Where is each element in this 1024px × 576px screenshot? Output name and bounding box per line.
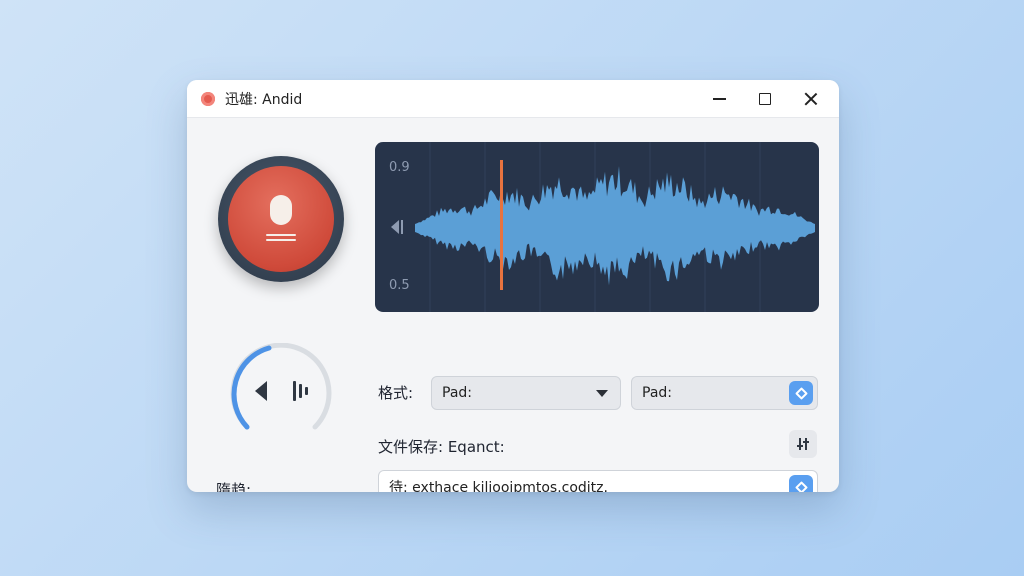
volume-level-icon (293, 381, 308, 401)
waveform-top-label: 0.9 (389, 160, 410, 175)
volume-dial[interactable] (229, 343, 333, 435)
format-option-value: Pad: (642, 385, 672, 401)
close-button[interactable] (793, 84, 829, 114)
microphone-base-icon (266, 231, 296, 244)
adjust-button[interactable] (789, 430, 817, 458)
microphone-icon (270, 194, 292, 225)
waveform-graph (391, 142, 815, 312)
waveform-trace (415, 166, 815, 286)
playhead-marker[interactable] (500, 160, 503, 290)
close-icon (804, 92, 818, 106)
format-option-button[interactable] (789, 381, 813, 405)
maximize-icon (759, 93, 771, 105)
minimize-icon (712, 98, 726, 100)
minimize-button[interactable] (701, 84, 737, 114)
waveform-bottom-label: 0.5 (389, 278, 410, 293)
diamond-icon (794, 386, 808, 400)
record-button-face (228, 166, 334, 272)
speaker-icon (255, 381, 267, 401)
main-content: 0.9 0.5 格式: Pad: Pad: 文件保存: Eqanct: 隋趋: (187, 118, 839, 492)
waveform-display[interactable]: 0.9 0.5 (375, 142, 819, 312)
chevron-down-icon (596, 390, 608, 397)
path-label: 隋趋: (216, 481, 252, 492)
window-title: 迅雄: Andid (225, 91, 303, 108)
format-select[interactable]: Pad: (431, 376, 621, 410)
diamond-icon (794, 480, 808, 492)
browse-path-button[interactable] (789, 475, 813, 492)
sliders-icon (797, 438, 809, 450)
record-button[interactable] (218, 156, 344, 282)
save-path-value: 待: exthace kiliooipmtos.coditz. (389, 480, 608, 492)
title-bar: 迅雄: Andid (187, 80, 839, 118)
format-select-value: Pad: (442, 385, 472, 401)
format-label: 格式: (378, 384, 414, 402)
window-controls (701, 80, 829, 118)
save-label: 文件保存: Eqanct: (378, 438, 505, 456)
maximize-button[interactable] (747, 84, 783, 114)
save-path-field[interactable]: 待: exthace kiliooipmtos.coditz. (378, 470, 818, 492)
app-window: 迅雄: Andid 0.9 0.5 格式: Pad: Pad: 文件保存: Eq… (187, 80, 839, 492)
record-dot-icon (201, 91, 215, 106)
playback-icon (391, 220, 403, 234)
